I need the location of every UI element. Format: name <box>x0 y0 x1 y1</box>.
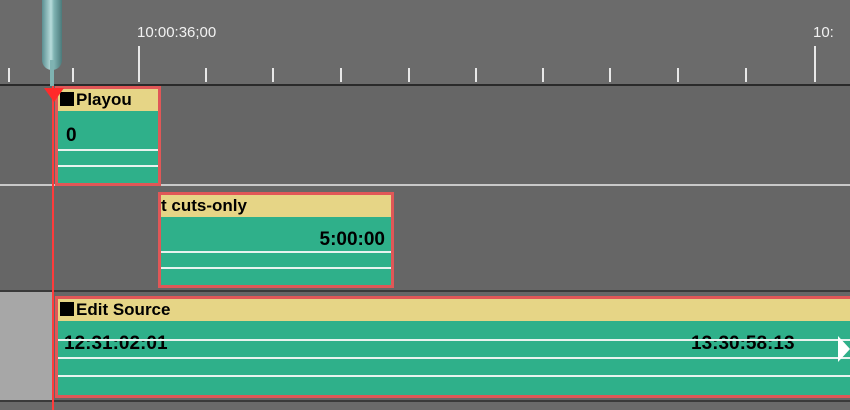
clip-end-timecode: 5:00:00 <box>319 229 386 250</box>
clip-title-bar: Edit Source <box>58 299 850 321</box>
clip-title-bar: Playou <box>58 89 158 111</box>
scroll-right-arrow-icon[interactable] <box>838 336 850 362</box>
ruler-tick-major <box>138 46 140 82</box>
clip-start-timecode: 12:31:02:01 <box>64 333 168 354</box>
ruler-tick <box>677 68 679 82</box>
ruler-timecode-label: 10: <box>813 24 834 41</box>
clip-line <box>58 165 158 167</box>
clip-playout[interactable]: Playou 0 <box>55 86 161 186</box>
clip-title-bar: t cuts-only <box>161 195 391 217</box>
track-divider <box>0 400 850 402</box>
ruler-timecode-label: 10:00:36;00 <box>137 24 217 41</box>
ruler-tick <box>408 68 410 82</box>
clip-edit-source[interactable]: Edit Source 12:31:02:01 13:30:58:13 <box>55 296 850 398</box>
clip-line <box>161 267 391 269</box>
ruler-tick <box>542 68 544 82</box>
clip-value: 0 <box>66 125 77 146</box>
ruler-tick <box>8 68 10 82</box>
playhead-line <box>52 80 54 410</box>
playhead-marker-icon[interactable] <box>44 88 64 102</box>
ruler-tick <box>340 68 342 82</box>
clip-name: Edit Source <box>76 300 171 319</box>
timeline-track-2[interactable] <box>0 186 850 290</box>
clip-cuts-only[interactable]: t cuts-only 5:00:00 <box>158 192 394 288</box>
clip-name: t cuts-only <box>161 196 247 215</box>
ruler-tick <box>475 68 477 82</box>
playhead-stem <box>50 60 54 86</box>
clip-marker-icon <box>60 302 74 316</box>
clip-line <box>161 251 391 253</box>
ruler-tick <box>272 68 274 82</box>
ruler-tick <box>72 68 74 82</box>
timeline-ruler[interactable]: 10:00:36;00 10: <box>0 0 850 86</box>
ruler-tick <box>205 68 207 82</box>
clip-line <box>58 375 850 377</box>
ruler-tick <box>609 68 611 82</box>
clip-name: Playou <box>76 90 132 109</box>
ruler-tick-major <box>814 46 816 82</box>
clip-line <box>58 339 850 341</box>
track-header <box>0 292 52 400</box>
ruler-tick <box>745 68 747 82</box>
clip-line <box>58 357 850 359</box>
clip-line <box>58 149 158 151</box>
clip-end-timecode: 13:30:58:13 <box>691 333 795 354</box>
